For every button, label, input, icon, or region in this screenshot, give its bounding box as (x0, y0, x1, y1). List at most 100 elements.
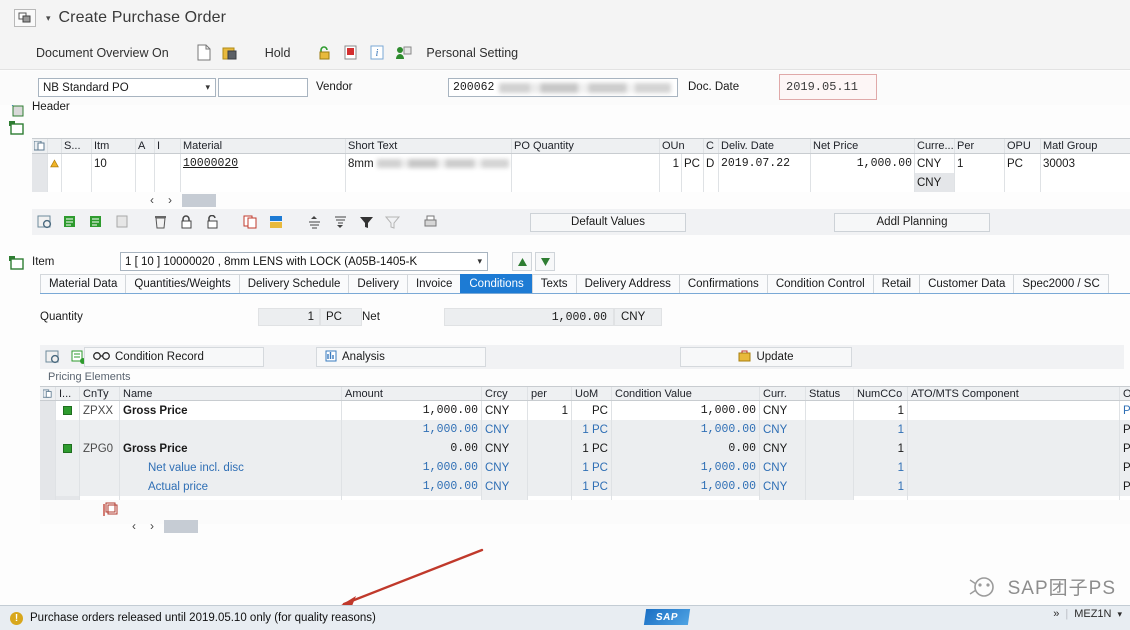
filter-off-icon[interactable] (380, 211, 406, 233)
tab-delivery-address[interactable]: Delivery Address (576, 274, 680, 293)
item-material-cell[interactable] (181, 173, 346, 192)
pricing-table-pager[interactable]: ‹ › (128, 519, 198, 533)
row-select-cell[interactable] (40, 458, 56, 477)
pricing-condition-value-cell[interactable]: 1,000.00 (612, 401, 760, 420)
condition-active-marker[interactable] (56, 477, 80, 496)
item-expand-icon[interactable] (6, 118, 28, 138)
item-a-cell[interactable] (136, 154, 155, 173)
item-grid-col-header[interactable]: PO Quantity (512, 139, 660, 153)
condition-active-marker[interactable] (56, 439, 80, 458)
trash-icon[interactable] (148, 211, 174, 233)
item-grid-col-header[interactable]: Matl Group (1041, 139, 1130, 153)
pricing-ato-mts-cell[interactable] (908, 458, 1120, 477)
pricing-col-header[interactable]: CnTy (80, 387, 120, 400)
pricing-numcco-cell[interactable]: 1 (854, 458, 908, 477)
pricing-condition-value-cell[interactable]: 1,000.00 (612, 420, 760, 439)
item-detail-icon[interactable] (6, 253, 28, 273)
item-grid-col-header[interactable]: Per (955, 139, 1005, 153)
pricing-crcy-cell[interactable]: CNY (482, 439, 528, 458)
add-row-icon[interactable] (58, 211, 84, 233)
net-value-field[interactable]: 1,000.00 (444, 308, 614, 326)
pricing-ato-mts-cell[interactable] (908, 477, 1120, 496)
pricing-amount-cell[interactable]: 0.00 (342, 439, 482, 458)
item-grid-col-header[interactable]: I (155, 139, 181, 153)
item-grid-col-header[interactable]: Curre... (915, 139, 955, 153)
pricing-cnty-cell[interactable]: ZPG0 (80, 439, 120, 458)
pricing-col-header[interactable]: UoM (572, 387, 612, 400)
pricing-cnty-cell[interactable]: ZPXX (80, 401, 120, 420)
pricing-amount-cell[interactable]: 1,000.00 (342, 420, 482, 439)
pricing-crcy-cell[interactable]: CNY (482, 420, 528, 439)
default-values-button[interactable]: Default Values (530, 213, 686, 232)
pricing-ato-mts-cell[interactable] (908, 439, 1120, 458)
item-grid-col-header[interactable]: Short Text (346, 139, 512, 153)
pricing-col-header[interactable]: Name (120, 387, 342, 400)
item-short-text-cell[interactable] (346, 173, 512, 192)
addl-planning-button[interactable]: Addl Planning (834, 213, 990, 232)
item-short-text-cell[interactable]: 8mm (346, 154, 512, 173)
item-grid-col-header[interactable]: OPU (1005, 139, 1041, 153)
pricing-amount-cell[interactable]: 1,000.00 (342, 401, 482, 420)
item-c-cell[interactable]: D (704, 154, 719, 173)
copy-icon[interactable] (238, 211, 264, 233)
pricing-name-cell[interactable]: Gross Price (120, 401, 342, 420)
paste-icon[interactable] (264, 211, 290, 233)
condition-active-marker[interactable] (56, 458, 80, 477)
document-type-select[interactable]: NB Standard PO ▾ (38, 78, 216, 97)
arrow-down-icon[interactable] (535, 252, 555, 271)
item-grid-col-header[interactable]: Deliv. Date (719, 139, 811, 153)
chevron-down-icon[interactable]: ▾ (205, 82, 210, 93)
row-select-cell[interactable] (32, 173, 48, 192)
pricing-amount-cell[interactable]: 1,000.00 (342, 458, 482, 477)
tab-delivery[interactable]: Delivery (348, 274, 408, 293)
pricing-amount-cell[interactable]: 1,000.00 (342, 477, 482, 496)
item-oun-qty-cell[interactable] (660, 173, 682, 192)
pricing-cnty-cell[interactable] (80, 420, 120, 439)
pricing-per-cell[interactable] (528, 458, 572, 477)
pricing-status-cell[interactable] (806, 477, 854, 496)
row-select-cell[interactable] (40, 401, 56, 420)
item-per-cell[interactable]: 1 (955, 154, 1005, 173)
item-matl-group-cell[interactable]: 30003 (1041, 154, 1130, 173)
pricing-status-cell[interactable] (806, 401, 854, 420)
pricing-condition-value-cell[interactable]: 1,000.00 (612, 477, 760, 496)
chevron-down-icon[interactable]: ▾ (1117, 609, 1122, 620)
item-status-cell[interactable] (62, 173, 92, 192)
item-status-cell[interactable] (62, 154, 92, 173)
print-preview-icon[interactable] (217, 41, 243, 65)
item-i-cell[interactable] (155, 173, 181, 192)
info-icon[interactable]: i (364, 41, 390, 65)
page-next-icon[interactable]: › (164, 193, 176, 207)
tab-material-data[interactable]: Material Data (40, 274, 126, 293)
pricing-crcy-cell[interactable]: CNY (482, 401, 528, 420)
doc-date-field[interactable]: 2019.05.11 (779, 74, 877, 100)
document-type-extra-field[interactable] (218, 78, 308, 97)
item-selector[interactable]: 1 [ 10 ] 10000020 , 8mm LENS with LOCK (… (120, 252, 488, 271)
item-oun-cell[interactable] (682, 173, 704, 192)
item-oun-qty-cell[interactable]: 1 (660, 154, 682, 173)
item-material-cell[interactable]: 10000020 (181, 154, 346, 173)
item-number-cell[interactable]: 10 (92, 154, 136, 173)
tab-spec2000-sc[interactable]: Spec2000 / SC (1013, 274, 1108, 293)
insert-condition-icon[interactable] (102, 502, 120, 522)
table-row[interactable]: 10100000208mm 1PCD2019.07.221,000.00CNY1… (32, 154, 1130, 173)
pricing-curr-cell[interactable]: CNY (760, 420, 806, 439)
personal-setting-button[interactable]: Personal Setting (416, 46, 528, 60)
pricing-condition-value-cell[interactable]: 1,000.00 (612, 458, 760, 477)
header-section-label[interactable]: Header (32, 101, 70, 113)
pricing-curr-cell[interactable]: CNY (760, 439, 806, 458)
analysis-button[interactable]: Analysis (316, 347, 486, 367)
item-po-quantity-cell[interactable] (512, 154, 660, 173)
sort-desc-icon[interactable] (328, 211, 354, 233)
status-expand-button[interactable]: » (1053, 608, 1059, 620)
tab-conditions[interactable]: Conditions (460, 274, 532, 293)
condition-active-marker[interactable] (56, 401, 80, 420)
pricing-uom-cell[interactable]: 1 PC (572, 439, 612, 458)
condition-record-button[interactable]: Condition Record (84, 347, 264, 367)
pricing-oun-cell[interactable]: PC (1120, 439, 1130, 458)
pricing-condition-value-cell[interactable]: 0.00 (612, 439, 760, 458)
arrow-up-icon[interactable] (512, 252, 532, 271)
item-currency-cell[interactable]: CNY (915, 173, 955, 192)
filter-icon[interactable] (354, 211, 380, 233)
pricing-col-header[interactable]: I... (56, 387, 80, 400)
